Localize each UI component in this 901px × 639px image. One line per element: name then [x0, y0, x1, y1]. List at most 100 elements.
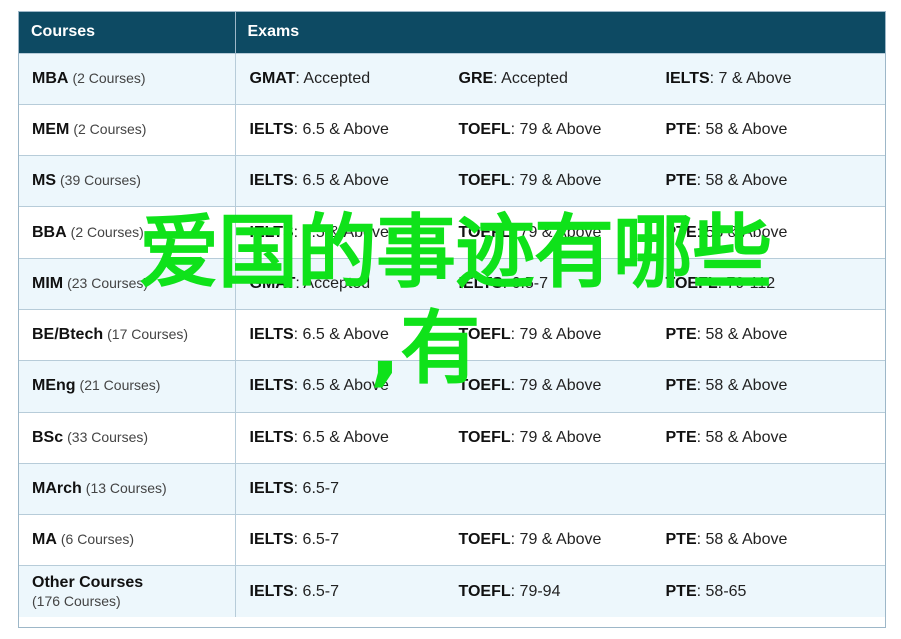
- exam-score: : 58 & Above: [696, 531, 788, 549]
- course-name[interactable]: BSc: [32, 429, 63, 446]
- course-name[interactable]: BE/Btech: [32, 326, 103, 343]
- exam-score: : 79 & Above: [510, 428, 602, 446]
- course-cell: MEng (21 Courses): [19, 360, 236, 413]
- exam-name: TOEFL: [458, 377, 511, 395]
- exam-name: TOEFL: [458, 223, 511, 241]
- exam-requirement: PTE: 58 & Above: [666, 326, 866, 344]
- exam-requirement: IELTS: 6.5 & Above: [236, 172, 459, 190]
- table-row: BE/Btech (17 Courses) IELTS: 6.5 & Above TO…: [19, 308, 885, 361]
- table-header: Courses Exams: [19, 12, 885, 53]
- exam-score: : 79 & Above: [510, 172, 602, 190]
- exam-requirement: TOEFL: 79 & Above: [459, 531, 666, 549]
- exam-score: : Accepted: [295, 274, 371, 292]
- exam-requirement: TOEFL: 79 & Above: [459, 121, 666, 139]
- exam-requirement: IELTS: 6.5 & Above: [236, 377, 459, 395]
- exams-cell: IELTS: 6.5 & Above TOEFL: 79 & Above PTE: …: [235, 206, 885, 259]
- exam-name: PTE: [665, 120, 697, 138]
- exam-name: TOEFL: [458, 428, 511, 446]
- exam-name: IELTS: [458, 274, 503, 292]
- exam-requirement: GMAT: Accepted: [236, 275, 459, 293]
- exam-score: : 58 & Above: [696, 120, 788, 138]
- course-name[interactable]: MBA: [32, 70, 68, 87]
- exams-cell: IELTS: 6.5 & Above TOEFL: 79 & Above PTE: …: [235, 103, 885, 156]
- exam-requirement: IELTS: 6.5 & Above: [236, 224, 459, 242]
- exam-name: IELTS: [249, 582, 294, 600]
- exams-cell: IELTS: 6.5 & Above TOEFL: 79 & Above PTE: …: [235, 155, 885, 207]
- course-cell: MBA (2 Courses): [19, 52, 236, 105]
- exams-cell: IELTS: 6.5-7 TOEFL: 79-94 PTE: 58-65: [235, 565, 885, 618]
- exam-score: : 58 & Above: [696, 172, 788, 190]
- table-row: Other Courses (176 Courses) IELTS: 6.5-7 TO…: [19, 565, 885, 618]
- course-name[interactable]: MEM: [32, 121, 69, 138]
- exam-score: : 58-65: [696, 582, 747, 600]
- exam-score: : 79-94: [510, 582, 561, 600]
- exam-name: PTE: [665, 377, 697, 395]
- exam-score: : 6.5-7: [293, 582, 340, 600]
- exam-name: PTE: [665, 326, 697, 344]
- exam-name: TOEFL: [458, 531, 511, 549]
- exams-cell: GMAT: Accepted GRE: Accepted IELTS: 7 & Ab…: [235, 52, 885, 105]
- course-count: (23 Courses): [67, 274, 149, 291]
- course-cell: MEM (2 Courses): [19, 103, 236, 156]
- exam-requirement: IELTS: 6.5 & Above: [236, 326, 459, 344]
- exams-cell: GMAT: Accepted IELTS: 6.5-7 TOEFL: 79-112: [235, 257, 885, 310]
- exam-requirement: TOEFL: 79 & Above: [459, 377, 666, 395]
- exam-name: IELTS: [665, 69, 710, 87]
- exam-name: PTE: [665, 428, 697, 446]
- course-count: (2 Courses): [73, 120, 147, 137]
- exam-score: : 6.5-7: [293, 480, 340, 498]
- exam-score: : 58 & Above: [696, 223, 788, 241]
- exam-score: : 79 & Above: [510, 326, 602, 344]
- course-name[interactable]: BBA: [32, 224, 67, 241]
- exam-name: GMAT: [249, 69, 296, 87]
- exam-score: : 7 & Above: [709, 69, 792, 87]
- exam-score: : 6.5 & Above: [293, 326, 389, 344]
- exam-requirement: [666, 480, 866, 498]
- exam-name: IELTS: [249, 480, 294, 498]
- exam-name: PTE: [665, 172, 697, 190]
- course-name[interactable]: MA: [32, 531, 57, 548]
- exams-cell: IELTS: 6.5 & Above TOEFL: 79 & Above PTE: …: [235, 308, 885, 361]
- exam-score: : Accepted: [295, 69, 371, 87]
- exam-name: IELTS: [249, 120, 294, 138]
- exam-name: IELTS: [249, 223, 294, 241]
- exam-requirement: IELTS: 7 & Above: [666, 70, 866, 88]
- exam-score: : 79 & Above: [510, 531, 602, 549]
- exam-score: : 6.5 & Above: [293, 120, 389, 138]
- exam-requirement: PTE: 58 & Above: [666, 377, 866, 395]
- course-name[interactable]: MIM: [32, 275, 63, 292]
- course-count: (6 Courses): [60, 531, 135, 548]
- exam-score: : 6.5 & Above: [293, 223, 389, 241]
- exam-requirements-table: Courses Exams MBA (2 Courses) GMAT: Accept…: [18, 11, 886, 628]
- course-count: (33 Courses): [67, 428, 149, 445]
- exam-name: TOEFL: [665, 274, 718, 292]
- exam-name: TOEFL: [458, 120, 511, 138]
- course-cell: MArch (13 Courses): [19, 462, 236, 515]
- exams-cell: IELTS: 6.5 & Above TOEFL: 79 & Above PTE: …: [235, 360, 885, 413]
- exam-name: IELTS: [249, 326, 294, 344]
- exam-name: GRE: [458, 69, 494, 87]
- exam-score: : 6.5 & Above: [293, 428, 389, 446]
- course-count: (2 Courses): [72, 69, 146, 86]
- course-name[interactable]: MS: [32, 172, 56, 189]
- exam-requirement: TOEFL: 79 & Above: [459, 172, 666, 190]
- table-row: BBA (2 Courses) IELTS: 6.5 & Above TOEFL: 7…: [19, 206, 885, 259]
- course-name[interactable]: Other Courses: [32, 574, 143, 591]
- course-cell: Other Courses (176 Courses): [19, 565, 236, 618]
- exam-name: PTE: [665, 582, 697, 600]
- course-name[interactable]: MArch: [32, 480, 82, 497]
- course-cell: BE/Btech (17 Courses): [19, 308, 236, 361]
- course-name[interactable]: MEng: [32, 377, 76, 394]
- exam-name: IELTS: [249, 428, 294, 446]
- table-row: BSc (33 Courses) IELTS: 6.5 & Above TOEFL: …: [19, 411, 885, 464]
- exam-score: : 6.5 & Above: [293, 377, 389, 395]
- table-body: MBA (2 Courses) GMAT: Accepted GRE: Accepte…: [19, 52, 885, 618]
- course-count: (176 Courses): [32, 593, 121, 610]
- exam-name: IELTS: [249, 377, 294, 395]
- exam-requirement: IELTS: 6.5 & Above: [236, 121, 459, 139]
- exam-score: : 79 & Above: [510, 120, 602, 138]
- exam-name: GMAT: [249, 274, 296, 292]
- course-count: (13 Courses): [85, 480, 167, 497]
- exam-requirement: IELTS: 6.5-7: [459, 275, 666, 293]
- exam-requirement: PTE: 58 & Above: [666, 121, 866, 139]
